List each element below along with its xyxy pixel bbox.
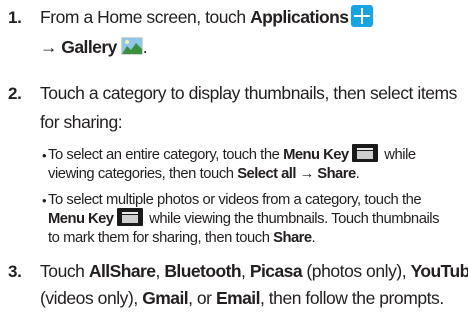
step-text-line: From a Home screen, touch Applications <box>40 5 374 29</box>
bullet-text-line: Menu Key while viewing the thumbnails. T… <box>48 208 440 228</box>
youtube-label: YouTube <box>410 261 468 281</box>
step-number: 3. <box>8 262 22 281</box>
picasa-label: Picasa <box>249 261 303 281</box>
bluetooth-label: Bluetooth <box>164 261 242 281</box>
applications-label: Applications <box>250 7 349 27</box>
step-number: 1. <box>8 8 22 27</box>
applications-grid-icon <box>351 5 374 28</box>
bullet-text-line: to mark them for sharing, then touch Sha… <box>48 229 316 247</box>
select-all-share-label: Select all → Share <box>237 166 356 182</box>
text-run: viewing categories, then touch <box>48 166 238 182</box>
menu-key-icon <box>116 208 143 227</box>
bullet-glyph: • <box>42 148 47 163</box>
step-text-line: (videos only), Gmail, or Email, then fol… <box>40 287 444 309</box>
text-run: (videos only), <box>40 288 143 308</box>
bullet-text-line: To select an entire category, touch the … <box>48 144 416 164</box>
text-run: To select an entire category, touch the <box>48 147 284 163</box>
text-run: , then follow the prompts. <box>259 288 444 308</box>
bullet-text-line: To select multiple photos or videos from… <box>48 192 422 208</box>
text-run: to mark them for sharing, then touch <box>48 230 274 246</box>
email-label: Email <box>215 288 261 308</box>
share-label: Share <box>273 230 312 246</box>
bullet-text-line: viewing categories, then touch Select al… <box>48 165 360 183</box>
text-run: . <box>311 230 316 246</box>
gallery-icon <box>120 37 143 56</box>
text-run: . <box>142 37 148 57</box>
step-text-line: Touch a category to display thumbnails, … <box>40 83 457 103</box>
step-number: 2. <box>8 84 22 103</box>
menu-key-label: Menu Key <box>48 211 114 227</box>
text-run: while <box>380 147 416 163</box>
text-run: while viewing the thumbnails. Touch thum… <box>145 211 440 227</box>
text-run: From a Home screen, touch <box>40 7 251 27</box>
menu-key-label: Menu Key <box>283 147 349 163</box>
allshare-label: AllShare <box>88 261 156 281</box>
step-text-line: → Gallery . <box>40 36 148 58</box>
text-run: (photos only), <box>302 261 411 281</box>
step-text-line: Touch AllShare, Bluetooth, Picasa (photo… <box>40 260 468 282</box>
text-run: , <box>241 261 250 281</box>
gmail-label: Gmail <box>142 288 189 308</box>
text-run: . <box>355 166 360 182</box>
text-run: Touch <box>40 261 89 281</box>
bullet-glyph: • <box>42 193 47 208</box>
menu-key-icon <box>351 144 378 163</box>
text-run: , or <box>188 288 216 308</box>
gallery-label: → Gallery <box>40 37 117 57</box>
text-run: , <box>155 261 165 281</box>
step-text-line: for sharing: <box>40 112 123 132</box>
